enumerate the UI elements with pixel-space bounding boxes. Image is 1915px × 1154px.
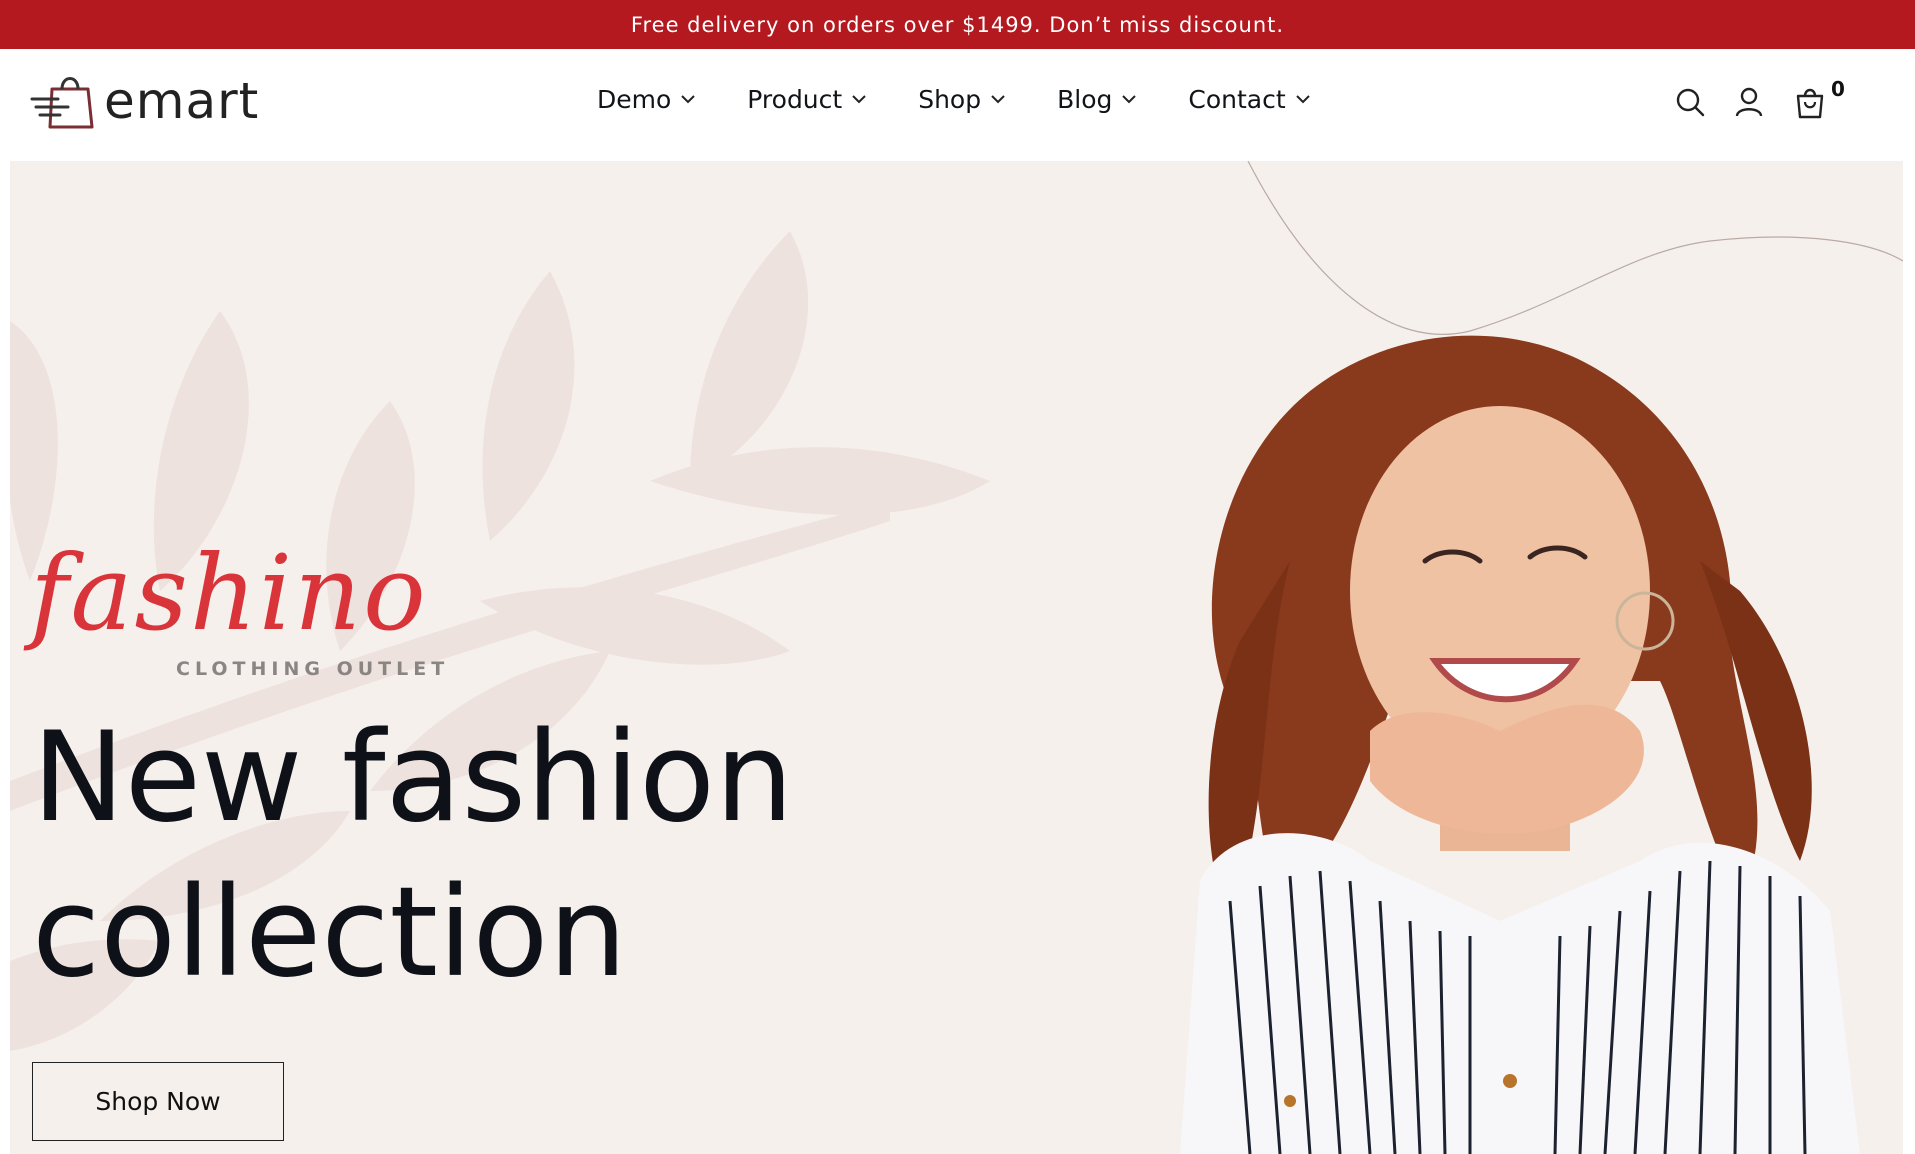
nav-label: Product [747,85,843,114]
search-icon[interactable] [1675,87,1705,117]
hero-title-line2: collection [32,861,627,1005]
nav-label: Demo [597,85,672,114]
shopping-bag-logo-icon [30,77,94,129]
nav-label: Blog [1057,85,1113,114]
chevron-down-icon [681,95,695,104]
cart-count-badge: 0 [1831,77,1845,101]
promo-text: Free delivery on orders over $1499. Don’… [630,12,1285,37]
main-nav: Demo Product Shop Blog Contact [597,85,1362,114]
header-icons: 0 [1675,77,1915,127]
shop-now-label: Shop Now [95,1087,221,1116]
promo-bar: Free delivery on orders over $1499. Don’… [0,0,1915,49]
nav-label: Contact [1188,85,1286,114]
chevron-down-icon [1295,95,1310,104]
nav-blog[interactable]: Blog [1057,85,1137,114]
nav-demo[interactable]: Demo [597,85,695,114]
nav-shop[interactable]: Shop [918,85,1005,114]
hero-banner: fashino CLOTHING OUTLET New fashion coll… [10,161,1903,1154]
site-header: emart Demo Product Shop Blog Contact 0 [0,49,1915,161]
logo-text: emart [104,72,260,130]
user-icon[interactable] [1735,87,1763,117]
nav-product[interactable]: Product [747,85,866,114]
chevron-down-icon [1122,95,1137,104]
chevron-down-icon [852,95,866,104]
logo[interactable]: emart [30,67,259,135]
hero-title: New fashion collection [32,701,1032,1011]
cart-icon[interactable] [1795,87,1825,119]
hero-title-line1: New fashion [32,706,794,850]
chevron-down-icon [991,95,1005,104]
brand-script-logo: fashino [30,532,428,654]
nav-contact[interactable]: Contact [1188,85,1310,114]
shop-now-button[interactable]: Shop Now [32,1062,284,1141]
nav-label: Shop [918,85,982,114]
hero-model-image [1180,335,1860,1154]
brand-subtitle: CLOTHING OUTLET [176,658,450,680]
